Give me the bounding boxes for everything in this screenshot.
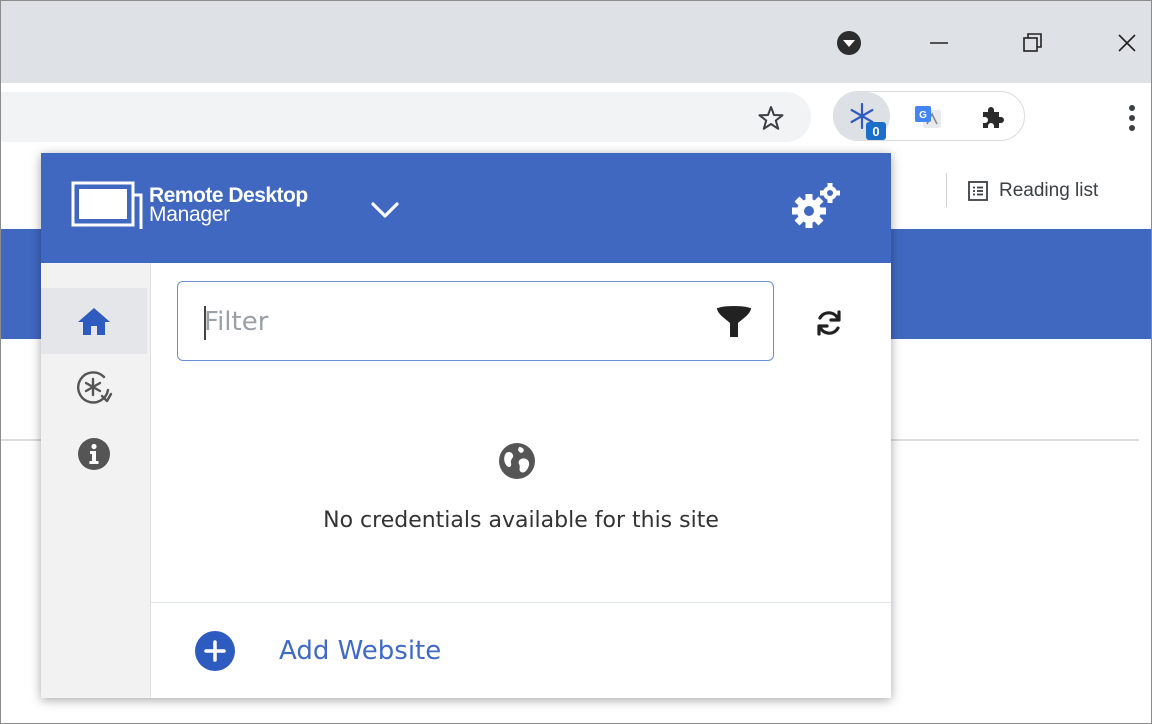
google-translate-extension-button[interactable]: G: [906, 100, 950, 134]
add-website-label: Add Website: [279, 636, 442, 666]
reading-list-label: Reading list: [999, 180, 1099, 201]
kebab-menu-icon: [1129, 105, 1135, 131]
remote-desktop-manager-extension-button[interactable]: 0: [834, 92, 890, 140]
asterisk-circle-icon: [77, 371, 113, 404]
refresh-button[interactable]: [811, 305, 847, 341]
minimize-button[interactable]: [919, 23, 959, 63]
bookmarks-separator: [946, 173, 947, 207]
nav-about[interactable]: [41, 421, 147, 487]
reading-list-icon: [968, 181, 988, 201]
bookmark-star-icon: [758, 106, 784, 130]
extensions-puzzle-icon: [983, 107, 1004, 128]
globe-icon: [499, 443, 535, 479]
settings-button[interactable]: [789, 181, 845, 231]
add-website-button[interactable]: Add Website: [195, 631, 441, 671]
bookmark-star-button[interactable]: [753, 100, 789, 136]
profile-dropdown-button[interactable]: [829, 23, 869, 63]
filter-funnel-icon[interactable]: [714, 304, 754, 340]
popup-sidenav: [41, 263, 151, 698]
reading-list-button[interactable]: Reading list: [967, 175, 1098, 207]
extensions-button[interactable]: [970, 100, 1014, 134]
restore-button[interactable]: [1013, 23, 1053, 63]
gears-icon: [792, 183, 840, 228]
dropdown-circle-icon: [837, 31, 861, 55]
extension-popup: Remote Desktop Manager Filter No credent…: [41, 153, 891, 698]
minimize-icon: [930, 42, 948, 44]
browser-menu-button[interactable]: [1117, 101, 1147, 135]
monitor-logo-icon: [71, 181, 143, 229]
browser-toolbar: 0 G: [1, 83, 1151, 151]
filter-input[interactable]: [204, 302, 684, 342]
brand-dropdown-button[interactable]: [367, 195, 403, 225]
filter-field[interactable]: [177, 281, 774, 361]
empty-state-message: No credentials available for this site: [323, 508, 719, 533]
footer-divider: [151, 602, 891, 603]
nav-home[interactable]: [41, 288, 147, 354]
refresh-icon: [817, 310, 841, 336]
close-button[interactable]: [1107, 23, 1147, 63]
close-icon: [1118, 34, 1136, 52]
chevron-down-icon: [371, 202, 399, 218]
title-bar: [1, 1, 1151, 83]
plus-circle-icon: [195, 631, 235, 671]
brand-line-2: Manager: [149, 203, 230, 226]
restore-icon: [1023, 33, 1042, 52]
extension-badge: 0: [866, 122, 886, 140]
home-icon: [78, 308, 110, 335]
browser-window: 0 G Reading list Remote Desktop Manager …: [0, 0, 1152, 724]
popup-header: Remote Desktop Manager: [41, 153, 891, 263]
google-translate-icon: G: [915, 106, 941, 128]
extensions-area: 0 G: [833, 91, 1025, 141]
address-bar[interactable]: [1, 92, 811, 142]
rdm-logo: Remote Desktop Manager: [71, 179, 308, 229]
info-icon: [78, 438, 110, 470]
nav-password-generator[interactable]: [41, 355, 147, 421]
svg-text:G: G: [919, 110, 927, 121]
